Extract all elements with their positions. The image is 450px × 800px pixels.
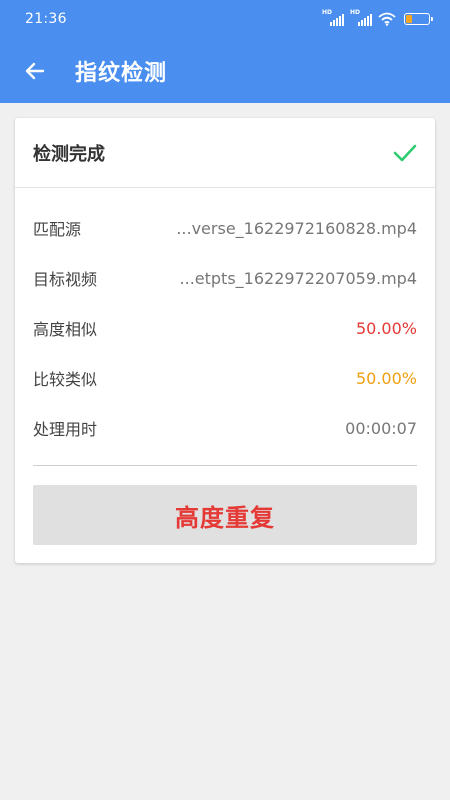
row-label: 处理用时 [33, 420, 98, 439]
card-title: 检测完成 [33, 143, 105, 165]
wifi-icon [378, 12, 396, 26]
signal-icon: HD [322, 9, 344, 26]
row-processing-time: 处理用时 00:00:07 [33, 403, 417, 453]
app-bar: 21:36 HD HD 指纹检测 [0, 0, 450, 103]
row-label: 目标视频 [33, 270, 98, 289]
comparable-similarity-value: 50.00% [355, 368, 417, 388]
status-bar: 21:36 HD HD [0, 0, 450, 38]
hd-badge: HD [350, 9, 361, 16]
detail-rows: 匹配源 ...verse_1622972160828.mp4 目标视频 ...e… [15, 203, 435, 453]
row-label: 比较类似 [33, 370, 98, 389]
divider [33, 465, 417, 466]
toolbar: 指纹检测 [0, 38, 450, 103]
high-similarity-value: 50.00% [355, 318, 417, 338]
hd-badge: HD [322, 9, 333, 16]
row-match-source: 匹配源 ...verse_1622972160828.mp4 [33, 203, 417, 253]
card-header: 检测完成 [15, 118, 435, 188]
battery-icon [404, 13, 433, 25]
processing-time-value: 00:00:07 [345, 418, 417, 438]
back-button[interactable] [0, 38, 70, 103]
match-source-value: ...verse_1622972160828.mp4 [176, 218, 417, 238]
arrow-left-icon [25, 62, 45, 79]
result-button[interactable]: 高度重复 [33, 485, 417, 545]
battery-level [406, 15, 412, 23]
page-title: 指纹检测 [75, 60, 168, 86]
checkmark-icon [393, 144, 417, 161]
status-icons: HD HD [322, 9, 433, 26]
row-high-similarity: 高度相似 50.00% [33, 303, 417, 353]
row-label: 高度相似 [33, 320, 98, 339]
row-target-video: 目标视频 ...etpts_1622972207059.mp4 [33, 253, 417, 303]
row-label: 匹配源 [33, 220, 82, 239]
status-time: 21:36 [25, 11, 67, 27]
signal-icon: HD [350, 9, 372, 26]
row-comparable-similarity: 比较类似 50.00% [33, 353, 417, 403]
result-card: 检测完成 匹配源 ...verse_1622972160828.mp4 目标视频… [15, 118, 435, 563]
target-video-value: ...etpts_1622972207059.mp4 [179, 268, 417, 288]
